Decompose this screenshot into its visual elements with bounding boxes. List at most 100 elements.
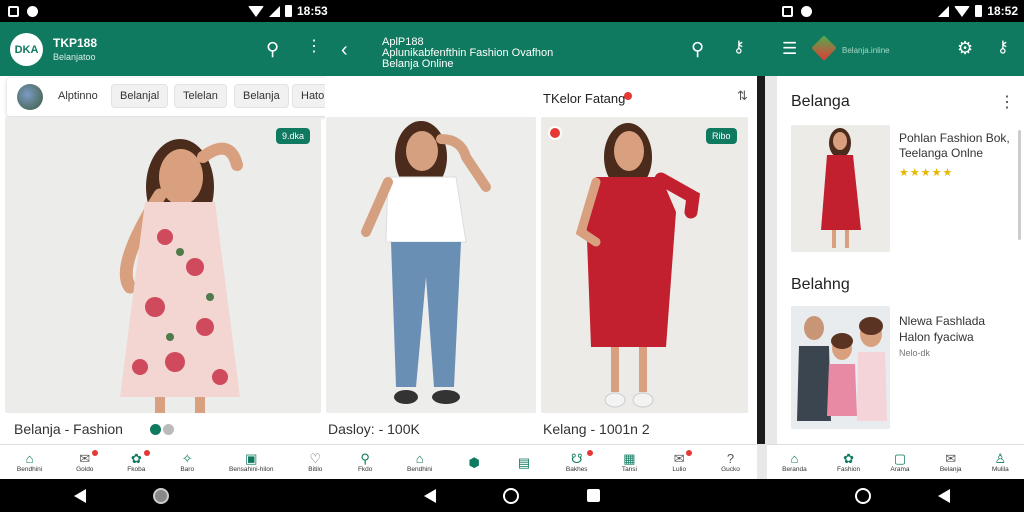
card1-title[interactable]: Pohlan Fashion Bok, Teelanga Onlne bbox=[899, 131, 1011, 161]
chip-0[interactable]: Alptinno bbox=[50, 84, 106, 108]
share-dot-icon[interactable] bbox=[163, 424, 174, 435]
signal-icon bbox=[938, 5, 950, 17]
share-icon[interactable]: ⇅ bbox=[737, 88, 748, 104]
chip-2[interactable]: Telelan bbox=[174, 84, 227, 108]
menu-icon[interactable]: ☰ bbox=[782, 40, 797, 57]
product-caption[interactable]: Kelang - 1001n 2 bbox=[543, 421, 650, 437]
brand-logo-icon bbox=[811, 35, 837, 61]
search-icon[interactable]: ⚲ bbox=[691, 40, 704, 58]
product-image-jeans-outfit[interactable] bbox=[326, 117, 536, 413]
panel4-app-bar: ☰ Belanja.inline ⚙ ⚷ bbox=[765, 22, 1024, 76]
app-notification-icon bbox=[801, 5, 812, 17]
product-caption[interactable]: Belanja - Fashion bbox=[14, 421, 123, 437]
product-image-red-dress[interactable] bbox=[541, 117, 748, 413]
bnr-item[interactable]: ♙ Mulila bbox=[992, 452, 1009, 473]
product-image-floral-dress[interactable] bbox=[5, 117, 321, 413]
mic-icon[interactable]: ⚷ bbox=[733, 40, 745, 56]
alert-icon: ✧ bbox=[181, 451, 193, 466]
bnr-label: Fashion bbox=[837, 465, 861, 473]
wifi-icon bbox=[248, 5, 264, 17]
bag-icon: ☋ bbox=[570, 451, 583, 466]
bnl-label: Baro bbox=[180, 465, 195, 473]
bnl-item[interactable]: ⌂ Bendhini bbox=[407, 452, 432, 473]
back-icon[interactable] bbox=[424, 488, 437, 503]
more-vert-icon[interactable]: ⋮ bbox=[306, 39, 322, 55]
panel2-title-line3: Belanja Online bbox=[382, 58, 454, 70]
panel1-app-bar: DKA TKP188 Belanjatoo ⚲ ⋮ bbox=[0, 22, 325, 76]
bnr-item[interactable]: ⌂ Beranda bbox=[782, 452, 807, 473]
recents-icon[interactable] bbox=[586, 489, 600, 502]
product-image-red-dress-thumb[interactable] bbox=[791, 125, 890, 252]
app-subtitle: Belanjatoo bbox=[53, 52, 96, 62]
bnl-label: Bakhes bbox=[565, 465, 588, 473]
chip-3[interactable]: Belanja bbox=[234, 84, 289, 108]
back-icon[interactable] bbox=[73, 488, 86, 503]
notification-dot-icon bbox=[624, 92, 632, 100]
shop-icon: ▤ bbox=[517, 454, 531, 470]
bnl-item[interactable]: ☋ Bakhes bbox=[565, 448, 594, 473]
notification-badge bbox=[685, 448, 694, 457]
chat-icon: ✉ bbox=[945, 451, 957, 466]
bnl-item[interactable]: ⬢ bbox=[466, 455, 482, 469]
mic-icon[interactable]: ⚷ bbox=[997, 40, 1009, 56]
card2-title[interactable]: Nlewa Fashlada Halon fyaciwa bbox=[899, 313, 1004, 345]
location-icon: ⚲ bbox=[360, 451, 370, 466]
home-icon[interactable] bbox=[153, 487, 170, 504]
sale-badge: 9.dka bbox=[276, 128, 311, 144]
bnr-item[interactable]: ✿ Fashion bbox=[837, 452, 860, 473]
bnl-item[interactable]: ♡ Bitilo bbox=[307, 452, 323, 473]
home-icon[interactable] bbox=[503, 487, 520, 504]
home-icon: ⌂ bbox=[790, 451, 799, 466]
bnl-item[interactable]: ? Gucko bbox=[721, 452, 740, 473]
notification-icon bbox=[782, 5, 793, 17]
bnl-item[interactable]: ▤ bbox=[516, 455, 532, 469]
bnl-label: Goldo bbox=[76, 465, 94, 473]
favorite-icon: ✿ bbox=[843, 451, 855, 466]
record-icon[interactable] bbox=[548, 126, 562, 140]
wifi-icon bbox=[954, 5, 971, 17]
avatar[interactable] bbox=[17, 84, 43, 110]
section2-title: Belahng bbox=[791, 276, 850, 293]
bnl-item[interactable]: ⌂ Bendhini bbox=[17, 452, 42, 473]
bnl-label: Gucko bbox=[721, 465, 740, 473]
notification-badge bbox=[91, 448, 100, 457]
scroll-divider bbox=[757, 444, 767, 479]
app-title: TKP188 bbox=[53, 36, 98, 50]
bnl-label: Bensahini-hilon bbox=[229, 465, 274, 473]
bell-icon: ✉ bbox=[79, 451, 91, 466]
bnr-label: Beranda bbox=[782, 465, 807, 473]
section1-title: Belanga bbox=[791, 93, 850, 110]
search-icon[interactable]: ⚲ bbox=[266, 40, 279, 58]
back-arrow-icon[interactable]: ‹ bbox=[341, 40, 348, 60]
bottom-nav-left: ⌂ Bendhini ✉ Goldo ✿ Fkoba ✧ Baro ▣ Bensahini-hil… bbox=[0, 444, 757, 479]
signal-icon bbox=[269, 5, 280, 17]
bnr-item[interactable]: ▢ Arama bbox=[890, 452, 909, 473]
bnr-item[interactable]: ✉ Belanja bbox=[940, 452, 962, 473]
notification-icon bbox=[8, 5, 19, 17]
battery-icon bbox=[975, 5, 983, 17]
scrollbar[interactable] bbox=[1018, 130, 1021, 240]
bnl-item[interactable]: ▣ Bensahini-hilon bbox=[229, 452, 273, 473]
bnr-label: Belanja bbox=[939, 465, 962, 473]
chip-1[interactable]: Belanjal bbox=[111, 84, 169, 108]
battery-icon bbox=[285, 5, 292, 17]
status-bar-right: 18:52 bbox=[766, 0, 1024, 22]
back-icon[interactable] bbox=[938, 488, 951, 503]
product-image-family[interactable] bbox=[791, 306, 890, 429]
settings-icon[interactable]: ⚙ bbox=[957, 39, 973, 57]
product-caption[interactable]: Dasloy: - 100K bbox=[328, 421, 420, 437]
chat-icon: ▦ bbox=[623, 451, 636, 466]
favorite-dot-icon[interactable] bbox=[150, 424, 161, 435]
bnl-item[interactable]: ✿ Fkoba bbox=[127, 448, 152, 473]
bnl-label: Tansi bbox=[621, 465, 637, 473]
bnl-item[interactable]: ▦ Tansi bbox=[621, 452, 637, 473]
bnl-item[interactable]: ⚲ Fkdo bbox=[357, 452, 373, 473]
bnl-label: Fkdo bbox=[357, 465, 373, 473]
panel2-app-bar: ‹ AplP188 Aplunikabfenfthin Fashion Ovaf… bbox=[325, 22, 765, 76]
bnl-item[interactable]: ✉ Goldo bbox=[76, 448, 100, 473]
status-time: 18:52 bbox=[987, 4, 1018, 18]
bnl-item[interactable]: ✉ Lulio bbox=[671, 448, 694, 473]
home-icon[interactable] bbox=[854, 487, 871, 504]
bnl-item[interactable]: ✧ Baro bbox=[179, 452, 195, 473]
more-vert-icon[interactable]: ⋮ bbox=[999, 92, 1015, 112]
